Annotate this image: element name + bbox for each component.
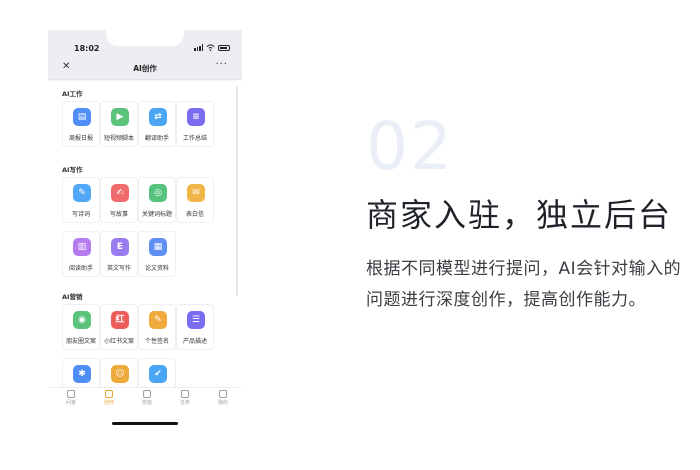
paper-icon: ▦ <box>149 238 167 256</box>
xiaohongshu-icon: 红 <box>111 311 129 329</box>
list-icon: ☰ <box>187 311 205 329</box>
creation-tile[interactable]: ▶ 短视频脚本 <box>100 101 138 147</box>
skills-icon <box>143 390 151 398</box>
idea-icon: ✱ <box>73 365 91 383</box>
moments-icon: ◉ <box>73 311 91 329</box>
tab-chat[interactable]: 问答 <box>52 390 90 412</box>
creation-tile-label: 关键词标题 <box>141 211 172 218</box>
creation-tile-label: 朋友圈文案 <box>65 338 96 345</box>
letter-icon: ✉ <box>187 184 205 202</box>
thumbs-up-icon: ✔ <box>149 365 167 383</box>
status-time: 18:02 <box>74 44 100 53</box>
creation-tile[interactable]: ☰ 产品描述 <box>176 304 214 350</box>
tab-task[interactable]: 任务 <box>166 390 204 412</box>
creation-tile-label: 英文写作 <box>106 265 131 272</box>
report-icon: ≡ <box>187 108 205 126</box>
creation-tile[interactable]: ◉ 朋友圈文案 <box>62 304 100 350</box>
nav-bar: ✕ AI创作 ··· <box>48 58 242 80</box>
creation-tile-label: 小红书文案 <box>103 338 134 345</box>
user-icon <box>219 390 227 398</box>
tab-label: 我的 <box>217 400 228 406</box>
creation-tile[interactable]: ⇄ 翻译助手 <box>138 101 176 147</box>
phone-notch <box>106 30 184 46</box>
slide: 18:02 ✕ AI创作 ··· AI工作 ▤ 周报日报 ▶ 短视频脚本 ⇄ 翻译助手 ≡ 工作… <box>0 0 700 470</box>
creation-tile-label: 阅读助手 <box>68 265 93 272</box>
status-indicators <box>194 44 230 51</box>
creation-tile[interactable]: ✎ 写诗词 <box>62 177 100 223</box>
section-title: AI工作 <box>62 90 83 98</box>
creation-tile-label: 周报日报 <box>68 135 93 142</box>
creation-tile[interactable]: ◎ 关键词标题 <box>138 177 176 223</box>
creation-tile-label: 翻译助手 <box>144 135 169 142</box>
creation-tile[interactable]: ✉ 表白信 <box>176 177 214 223</box>
tab-label: 创作 <box>103 400 114 406</box>
wifi-icon <box>206 44 215 51</box>
creation-tile[interactable]: ✎ 个性签名 <box>138 304 176 350</box>
page-title: AI创作 <box>133 64 157 73</box>
search-icon: ◎ <box>149 184 167 202</box>
tab-skills[interactable]: 技能 <box>128 390 166 412</box>
home-indicator <box>112 422 178 425</box>
creation-tile[interactable]: ✍ 写故事 <box>100 177 138 223</box>
pen-icon: ✎ <box>149 311 167 329</box>
translate-icon: ⇄ <box>149 108 167 126</box>
creation-tile-label: 工作总结 <box>182 135 207 142</box>
creation-tile-label: 写故事 <box>109 211 128 218</box>
battery-icon <box>218 44 230 51</box>
signal-icon <box>194 44 203 51</box>
creation-tile[interactable]: ☺ <box>100 358 138 387</box>
tab-user[interactable]: 我的 <box>204 390 242 412</box>
tab-create[interactable]: 创作 <box>90 390 128 412</box>
tab-label: 任务 <box>179 400 190 406</box>
feature-description: 根据不同模型进行提问，AI会针对输入的问题进行深度创作，提高创作能力。 <box>366 259 682 310</box>
play-icon: ▶ <box>111 108 129 126</box>
creation-tile-label: 个性签名 <box>144 338 169 345</box>
english-icon: E <box>111 238 129 256</box>
create-icon <box>105 390 113 398</box>
book-icon: ▥ <box>73 238 91 256</box>
tab-bar: 问答 创作 技能 任务 我的 <box>48 387 242 430</box>
creation-tile[interactable]: E 英文写作 <box>100 231 138 277</box>
creation-tile[interactable]: ▦ 论文资料 <box>138 231 176 277</box>
creation-tile-label: 写诗词 <box>71 211 90 218</box>
document-icon: ▤ <box>73 108 91 126</box>
robot-icon: ☺ <box>111 365 129 383</box>
scrollbar[interactable] <box>236 86 238 296</box>
creation-tile-label: 论文资料 <box>144 265 169 272</box>
brush-icon: ✎ <box>73 184 91 202</box>
tab-label: 技能 <box>141 400 152 406</box>
creation-tile-label: 短视频脚本 <box>103 135 134 142</box>
creation-tile[interactable]: ▥ 阅读助手 <box>62 231 100 277</box>
tab-label: 问答 <box>65 400 76 406</box>
more-icon[interactable]: ··· <box>215 59 228 70</box>
creation-tile[interactable]: ✱ <box>62 358 100 387</box>
feature-heading: 商家入驻，独立后台 <box>366 196 673 234</box>
creation-tile-label: 产品描述 <box>182 338 207 345</box>
creation-tile[interactable]: ≡ 工作总结 <box>176 101 214 147</box>
section-title: AI营销 <box>62 293 83 301</box>
phone-mockup: 18:02 ✕ AI创作 ··· AI工作 ▤ 周报日报 ▶ 短视频脚本 ⇄ 翻译助手 ≡ 工作… <box>48 30 242 430</box>
creation-grid: AI工作 ▤ 周报日报 ▶ 短视频脚本 ⇄ 翻译助手 ≡ 工作总结 AI写作 ✎ 写诗词 ✍ 写故事 ◎ 关键… <box>48 81 242 387</box>
creation-tile[interactable]: 红小红书文案 <box>100 304 138 350</box>
creation-tile[interactable]: ✔ <box>138 358 176 387</box>
creation-tile-label: 表白信 <box>185 211 204 218</box>
story-icon: ✍ <box>111 184 129 202</box>
feature-number: 02 <box>366 108 454 185</box>
creation-tile[interactable]: ▤ 周报日报 <box>62 101 100 147</box>
section-title: AI写作 <box>62 166 83 174</box>
chat-icon <box>67 390 75 398</box>
task-icon <box>181 390 189 398</box>
